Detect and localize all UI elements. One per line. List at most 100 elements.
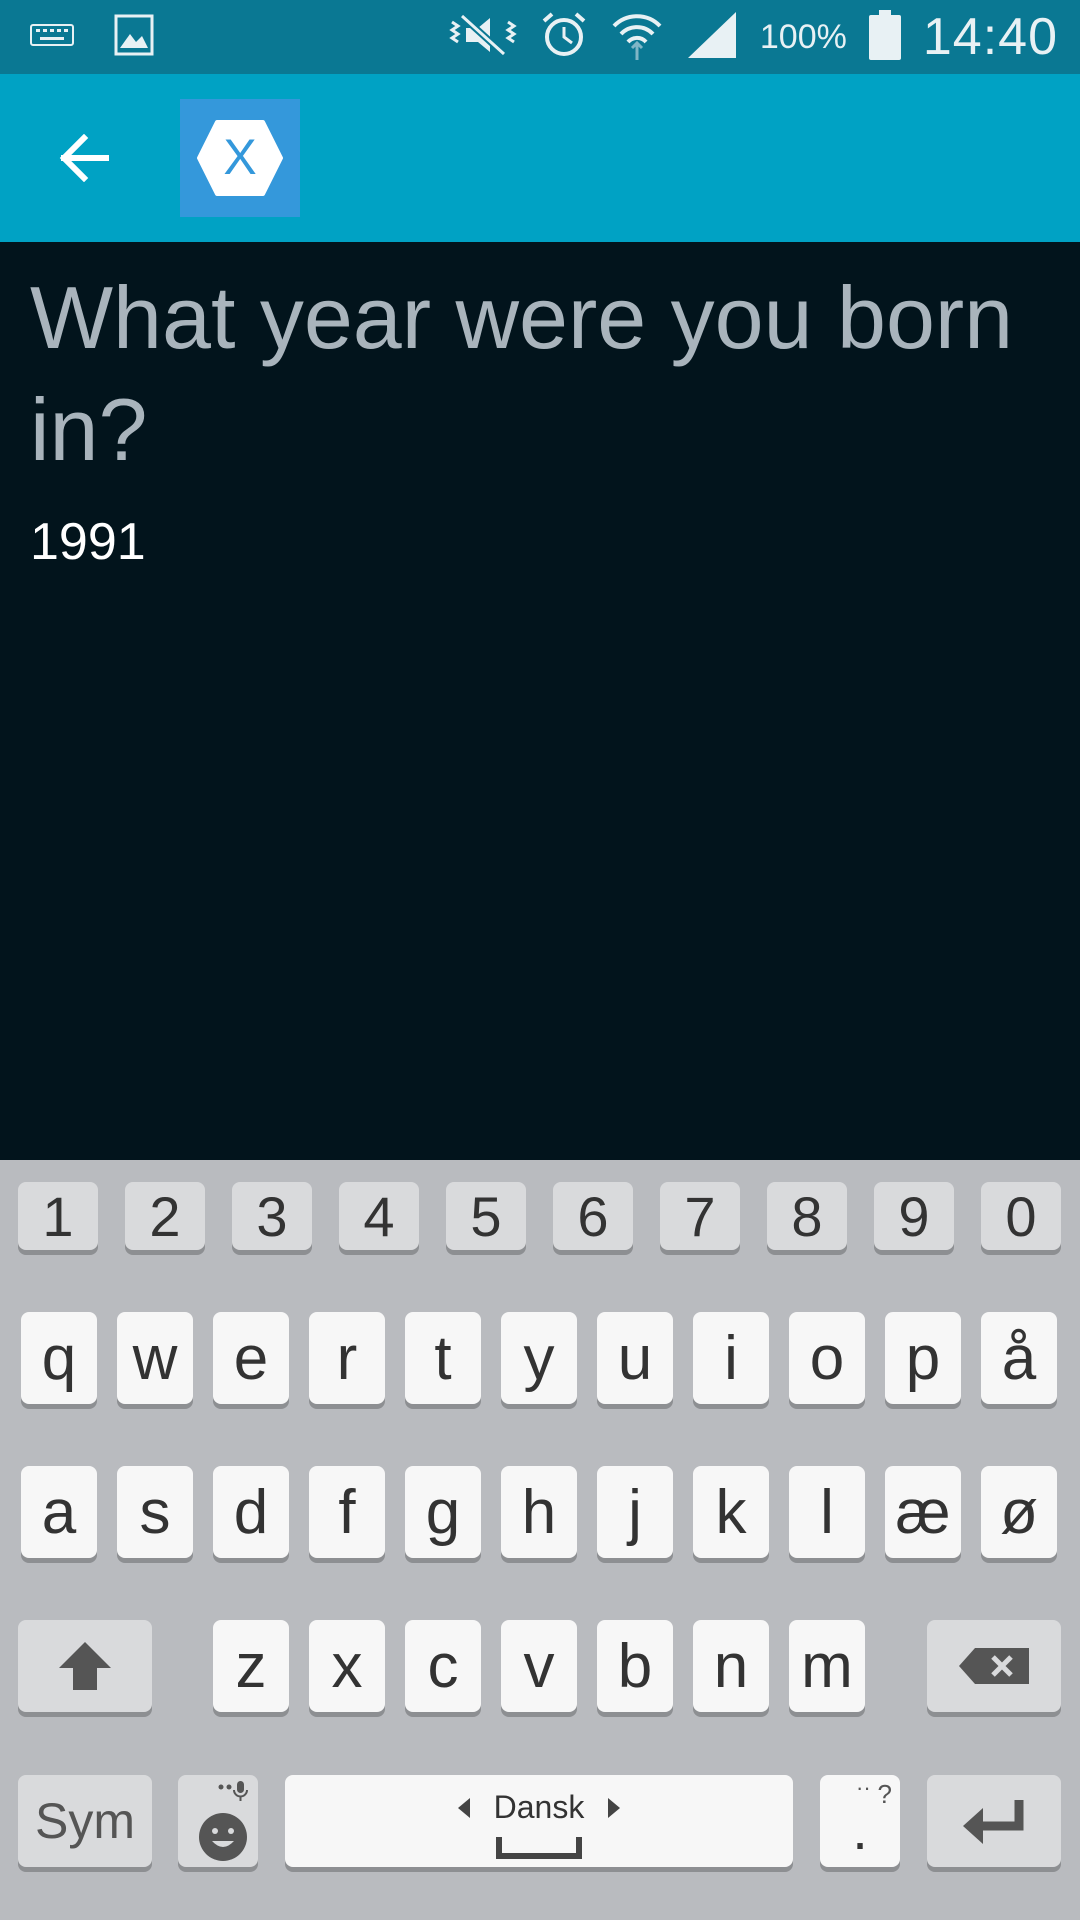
sym-label: Sym: [35, 1793, 135, 1849]
emoji-icon: [199, 1781, 248, 1861]
letter-key-row1-10[interactable]: å: [981, 1312, 1057, 1404]
letter-key-row2-2[interactable]: d: [213, 1466, 289, 1558]
number-key-6[interactable]: 7: [660, 1182, 740, 1250]
space-key[interactable]: Dansk: [285, 1775, 793, 1867]
letter-key-row1-5[interactable]: y: [501, 1312, 577, 1404]
key-label: u: [617, 1323, 653, 1393]
clock: 14:40: [922, 8, 1058, 66]
key-label: b: [617, 1631, 653, 1701]
key-label: 3: [256, 1184, 288, 1248]
letter-key-row1-7[interactable]: i: [693, 1312, 769, 1404]
letter-key-row1-6[interactable]: u: [597, 1312, 673, 1404]
period-hint: ?: [877, 1779, 892, 1809]
back-button[interactable]: [44, 118, 124, 198]
number-key-2[interactable]: 3: [232, 1182, 312, 1250]
key-label: æ: [895, 1477, 951, 1547]
key-label: z: [235, 1631, 267, 1701]
key-label: c: [427, 1631, 459, 1701]
backspace-key[interactable]: [927, 1620, 1061, 1712]
key-label: g: [425, 1477, 461, 1547]
status-bar: 100% 14:40: [0, 0, 1080, 74]
battery-percent: 100%: [759, 17, 847, 56]
key-label: 0: [1005, 1184, 1037, 1248]
number-key-4[interactable]: 5: [446, 1182, 526, 1250]
keyboard-icon: [30, 24, 74, 51]
number-key-7[interactable]: 8: [767, 1182, 847, 1250]
emoji-key[interactable]: [178, 1775, 258, 1867]
key-label: 7: [684, 1184, 716, 1248]
key-label: h: [521, 1477, 557, 1547]
language-label: Dansk: [493, 1789, 585, 1825]
letter-key-row3-6[interactable]: m: [789, 1620, 865, 1712]
shift-key[interactable]: [18, 1620, 152, 1712]
key-label: s: [139, 1477, 171, 1547]
key-label: f: [338, 1477, 356, 1547]
letter-key-row2-5[interactable]: h: [501, 1466, 577, 1558]
letter-key-row3-1[interactable]: x: [309, 1620, 385, 1712]
number-key-3[interactable]: 4: [339, 1182, 419, 1250]
period-key[interactable]: ·· ? .: [820, 1775, 900, 1867]
letter-key-row3-4[interactable]: b: [597, 1620, 673, 1712]
backspace-icon: [959, 1648, 1029, 1684]
number-key-0[interactable]: 1: [18, 1182, 98, 1250]
soft-keyboard: 1 2 3 4 5 6 7 8 9 0 qwer t yu i opå asdfgh j k læø zxcvb…: [0, 1160, 1080, 1920]
key-label: d: [233, 1477, 269, 1547]
letter-key-row2-8[interactable]: l: [789, 1466, 865, 1558]
language-next-icon: [608, 1797, 621, 1818]
key-label: y: [523, 1323, 555, 1393]
number-key-5[interactable]: 6: [553, 1182, 633, 1250]
key-label: e: [233, 1323, 269, 1393]
letter-key-row3-2[interactable]: c: [405, 1620, 481, 1712]
letter-key-row1-2[interactable]: e: [213, 1312, 289, 1404]
key-label: q: [41, 1323, 77, 1393]
letter-key-row3-0[interactable]: z: [213, 1620, 289, 1712]
year-input[interactable]: [30, 507, 1030, 577]
image-icon: [114, 14, 154, 61]
key-label: v: [523, 1631, 555, 1701]
key-label: x: [331, 1631, 363, 1701]
letter-key-row1-8[interactable]: o: [789, 1312, 865, 1404]
key-label: r: [336, 1323, 358, 1393]
key-label: p: [905, 1323, 941, 1393]
letter-key-row2-7[interactable]: k: [693, 1466, 769, 1558]
battery-icon: [868, 9, 901, 65]
letter-key-row2-1[interactable]: s: [117, 1466, 193, 1558]
letter-key-row3-5[interactable]: n: [693, 1620, 769, 1712]
alarm-icon: [540, 11, 588, 64]
content-area: What year were you born in?: [0, 242, 1080, 1160]
question-label: What year were you born in?: [30, 268, 1014, 479]
key-label: ø: [1000, 1477, 1038, 1547]
key-label: t: [434, 1323, 452, 1393]
letter-key-row1-3[interactable]: r: [309, 1312, 385, 1404]
letter-key-row1-0[interactable]: q: [21, 1312, 97, 1404]
letter-key-row2-3[interactable]: f: [309, 1466, 385, 1558]
space-bar-icon: [496, 1837, 582, 1859]
key-label: a: [41, 1477, 77, 1547]
key-label: 4: [363, 1184, 395, 1248]
letter-key-row2-6[interactable]: j: [597, 1466, 673, 1558]
language-prev-icon: [457, 1797, 470, 1818]
number-key-9[interactable]: 0: [981, 1182, 1061, 1250]
key-label: å: [1001, 1323, 1037, 1393]
arrow-left-icon: [59, 134, 109, 182]
letter-key-row2-9[interactable]: æ: [885, 1466, 961, 1558]
letter-key-row3-3[interactable]: v: [501, 1620, 577, 1712]
letter-key-row2-10[interactable]: ø: [981, 1466, 1057, 1558]
letter-key-row2-0[interactable]: a: [21, 1466, 97, 1558]
key-label: 1: [42, 1184, 74, 1248]
mute-vibrate-icon: [448, 12, 518, 63]
letter-key-row1-9[interactable]: p: [885, 1312, 961, 1404]
letter-key-row1-4[interactable]: t: [405, 1312, 481, 1404]
enter-key[interactable]: [927, 1775, 1061, 1867]
number-key-8[interactable]: 9: [874, 1182, 954, 1250]
key-label: 8: [791, 1184, 823, 1248]
number-key-1[interactable]: 2: [125, 1182, 205, 1250]
sym-key[interactable]: Sym: [18, 1775, 152, 1867]
app-logo: X: [180, 99, 300, 217]
key-label: i: [724, 1323, 738, 1393]
wifi-icon: [610, 8, 664, 67]
key-label: 9: [898, 1184, 930, 1248]
letter-key-row2-4[interactable]: g: [405, 1466, 481, 1558]
period-label: .: [852, 1797, 868, 1861]
letter-key-row1-1[interactable]: w: [117, 1312, 193, 1404]
